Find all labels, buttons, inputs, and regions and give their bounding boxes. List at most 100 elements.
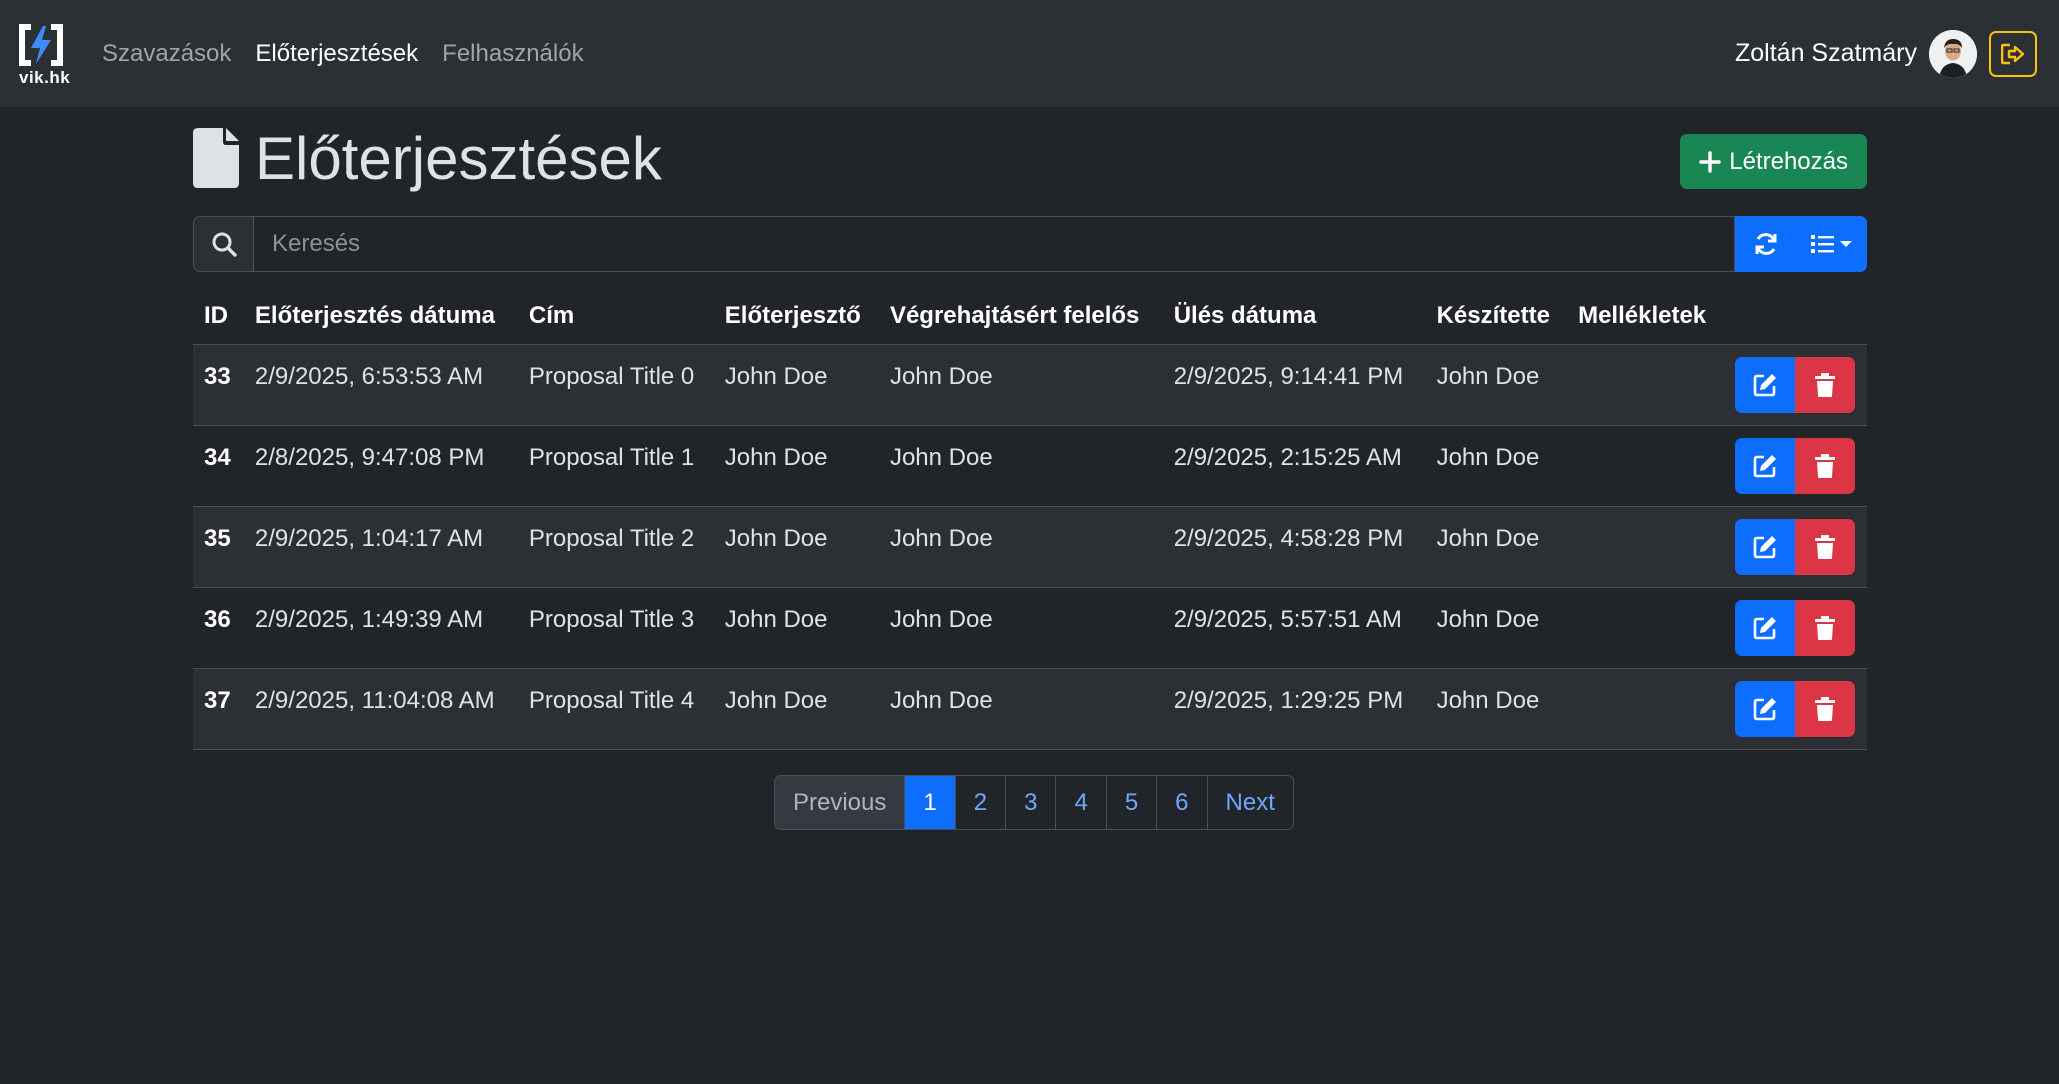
create-button[interactable]: Létrehozás <box>1680 134 1867 189</box>
edit-button[interactable] <box>1735 599 1795 656</box>
pagination-page[interactable]: 5 <box>1106 776 1158 829</box>
cell-id: 35 <box>193 506 244 588</box>
edit-icon <box>1753 697 1776 720</box>
cell-date: 2/8/2025, 9:47:08 PM <box>243 425 518 507</box>
table-row: 37 2/9/2025, 11:04:08 AM Proposal Title 4J… <box>193 668 1867 750</box>
refresh-icon <box>1755 233 1776 255</box>
refresh-button[interactable] <box>1735 216 1796 272</box>
pagination-next[interactable]: Next <box>1207 776 1293 829</box>
cell-id: 37 <box>193 668 244 750</box>
user-avatar-icon <box>1929 29 1977 78</box>
col-creator[interactable]: Készítette <box>1425 288 1568 345</box>
col-date[interactable]: Előterjesztés dátuma <box>243 288 518 345</box>
delete-button[interactable] <box>1795 356 1855 413</box>
edit-button[interactable] <box>1735 518 1795 575</box>
user-name[interactable]: Zoltán Szatmáry <box>1735 39 1917 68</box>
cell-responsible: John Doe <box>878 668 1163 750</box>
list-dropdown-icon <box>1810 235 1852 253</box>
pagination: Previous 1 2 3 4 5 6 Next <box>774 775 1294 830</box>
cell-responsible: John Doe <box>878 344 1163 426</box>
search-addon <box>193 216 254 272</box>
cell-creator: John Doe <box>1425 425 1568 507</box>
pagination-page[interactable]: 4 <box>1056 776 1107 829</box>
sign-out-icon <box>2001 43 2025 64</box>
delete-button[interactable] <box>1795 518 1855 575</box>
trash-icon <box>1815 453 1835 478</box>
cell-title: Proposal Title 3 <box>517 587 714 669</box>
nav-link-eloterjesztesek[interactable]: Előterjesztések <box>255 40 418 68</box>
cell-attachments <box>1567 425 1724 507</box>
pagination-page[interactable]: 3 <box>1006 776 1057 829</box>
cell-meeting-date: 2/9/2025, 5:57:51 AM <box>1162 587 1426 669</box>
cell-responsible: John Doe <box>878 506 1163 588</box>
logout-button[interactable] <box>1989 30 2037 77</box>
search-bar <box>193 216 1867 272</box>
cell-responsible: John Doe <box>878 587 1163 669</box>
cell-actions <box>1724 425 1867 507</box>
col-responsible[interactable]: Végrehajtásért felelős <box>878 288 1163 345</box>
list-options-button[interactable] <box>1796 216 1867 272</box>
row-actions <box>1735 680 1855 737</box>
pagination-page[interactable]: 2 <box>955 776 1007 829</box>
cell-date: 2/9/2025, 1:04:17 AM <box>243 506 518 588</box>
cell-meeting-date: 2/9/2025, 4:58:28 PM <box>1162 506 1426 588</box>
delete-button[interactable] <box>1795 599 1855 656</box>
cell-title: Proposal Title 4 <box>517 668 714 750</box>
cell-title: Proposal Title 2 <box>517 506 714 588</box>
table-row: 33 2/9/2025, 6:53:53 AM Proposal Title 0 Jo… <box>193 344 1867 426</box>
pagination-page[interactable]: 1 <box>905 776 956 829</box>
col-title[interactable]: Cím <box>517 288 714 345</box>
user-area: Zoltán Szatmáry <box>1735 0 2037 107</box>
cell-title: Proposal Title 0 <box>517 344 714 426</box>
cell-meeting-date: 2/9/2025, 2:15:25 AM <box>1162 425 1426 507</box>
cell-date: 2/9/2025, 1:49:39 AM <box>243 587 518 669</box>
row-actions <box>1735 437 1855 494</box>
avatar[interactable] <box>1929 29 1977 78</box>
cell-date: 2/9/2025, 6:53:53 AM <box>243 344 518 426</box>
row-actions <box>1735 599 1855 656</box>
search-input[interactable] <box>254 216 1735 272</box>
col-proposer[interactable]: Előterjesztő <box>713 288 879 345</box>
nav-links: Szavazások Előterjesztések Felhasználók <box>102 0 584 107</box>
table-row: 35 2/9/2025, 1:04:17 AM Proposal Title 2 Jo… <box>193 506 1867 588</box>
proposals-table: ID Előterjesztés dátuma Cím Előterjesztő… <box>193 288 1867 750</box>
col-attachments[interactable]: Mellékletek <box>1567 288 1724 345</box>
create-button-label: Létrehozás <box>1729 147 1848 175</box>
page-header: Előterjesztések Létrehozás <box>193 120 1867 200</box>
cell-creator: John Doe <box>1425 506 1568 588</box>
cell-meeting-date: 2/9/2025, 1:29:25 PM <box>1162 668 1426 750</box>
cell-proposer: John Doe <box>713 425 879 507</box>
search-icon <box>212 232 237 257</box>
pagination-page[interactable]: 6 <box>1157 776 1208 829</box>
brand-logo[interactable]: vik.hk <box>17 22 70 87</box>
trash-icon <box>1815 534 1835 559</box>
delete-button[interactable] <box>1795 437 1855 494</box>
cell-actions <box>1724 587 1867 669</box>
row-actions <box>1735 518 1855 575</box>
cell-creator: John Doe <box>1425 587 1568 669</box>
delete-button[interactable] <box>1795 680 1855 737</box>
edit-button[interactable] <box>1735 437 1795 494</box>
col-id[interactable]: ID <box>193 288 244 345</box>
cell-attachments <box>1567 587 1724 669</box>
cell-proposer: John Doe <box>713 668 879 750</box>
file-icon <box>193 128 239 188</box>
cell-creator: John Doe <box>1425 668 1568 750</box>
lightning-logo-icon <box>19 24 63 66</box>
table-row: 36 2/9/2025, 1:49:39 AM Proposal Title 3 Jo… <box>193 587 1867 669</box>
cell-proposer: John Doe <box>713 344 879 426</box>
edit-button[interactable] <box>1735 680 1795 737</box>
cell-creator: John Doe <box>1425 344 1568 426</box>
cell-responsible: John Doe <box>878 425 1163 507</box>
nav-link-felhasznalok[interactable]: Felhasználók <box>442 40 583 68</box>
trash-icon <box>1815 696 1835 721</box>
col-meeting-date[interactable]: Ülés dátuma <box>1162 288 1426 345</box>
cell-actions <box>1724 668 1867 750</box>
edit-button[interactable] <box>1735 356 1795 413</box>
cell-actions <box>1724 344 1867 426</box>
col-actions <box>1724 288 1867 345</box>
cell-proposer: John Doe <box>713 587 879 669</box>
trash-icon <box>1815 372 1835 397</box>
pagination-previous[interactable]: Previous <box>775 776 906 829</box>
nav-link-szavazasok[interactable]: Szavazások <box>102 40 231 68</box>
